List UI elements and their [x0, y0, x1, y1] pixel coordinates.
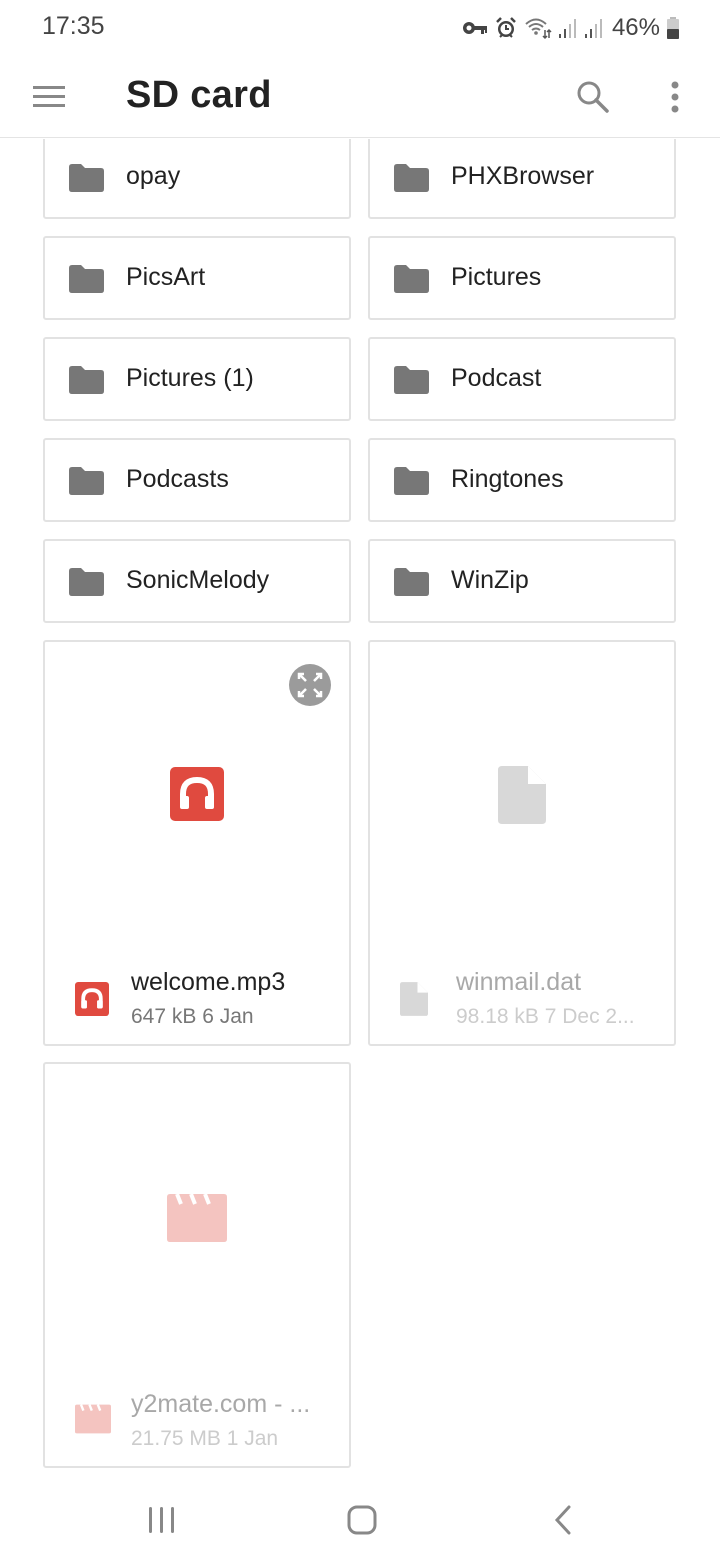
folder-name: Podcast: [451, 364, 542, 392]
folder-icon: [69, 164, 104, 192]
wifi-icon: [525, 18, 552, 40]
folder-card[interactable]: Pictures (1): [43, 337, 351, 421]
back-button[interactable]: [540, 1498, 584, 1542]
file-name: winmail.dat: [456, 968, 582, 996]
folder-icon: [69, 366, 104, 394]
folder-name: WinZip: [451, 566, 529, 594]
folder-card[interactable]: PicsArt: [43, 236, 351, 320]
page-title: SD card: [126, 74, 272, 116]
folder-card[interactable]: Pictures: [368, 236, 676, 320]
folder-name: SonicMelody: [126, 566, 270, 594]
headphones-icon: [75, 982, 109, 1016]
battery-icon: [667, 17, 679, 39]
alarm-icon: [496, 17, 516, 38]
headphones-icon: [170, 767, 224, 821]
folder-icon: [394, 467, 429, 495]
file-icon: [498, 766, 546, 824]
clapperboard-icon: [167, 1194, 227, 1242]
file-meta: 647 kB 6 Jan: [131, 1005, 254, 1028]
expand-preview-button[interactable]: [289, 664, 331, 706]
search-button[interactable]: [572, 76, 614, 118]
folder-name: PHXBrowser: [451, 162, 595, 190]
folder-card[interactable]: Ringtones: [368, 438, 676, 522]
folder-icon: [69, 265, 104, 293]
folder-icon: [394, 366, 429, 394]
folder-name: Podcasts: [126, 465, 229, 493]
file-name: welcome.mp3: [131, 968, 286, 996]
folder-card[interactable]: opay: [43, 139, 351, 219]
home-icon: [347, 1505, 377, 1535]
file-meta: 21.75 MB 1 Jan: [131, 1427, 279, 1450]
file-name: y2mate.com - ...: [131, 1390, 311, 1418]
recents-icon: [149, 1507, 174, 1533]
folder-icon: [394, 265, 429, 293]
clapperboard-icon: [75, 1404, 111, 1434]
more-vert-icon: [671, 81, 679, 113]
more-options-button[interactable]: [660, 76, 690, 118]
folder-card[interactable]: PHXBrowser: [368, 139, 676, 219]
navigation-bar: [0, 1480, 720, 1560]
vpn-key-icon: [462, 22, 487, 34]
hamburger-menu-icon: [33, 86, 65, 107]
expand-icon: [297, 672, 323, 698]
recents-button[interactable]: [140, 1498, 184, 1542]
file-card-document[interactable]: winmail.dat 98.18 kB 7 Dec 2...: [368, 640, 676, 1046]
file-card-video[interactable]: y2mate.com - ... 21.75 MB 1 Jan: [43, 1062, 351, 1468]
battery-percent: 46%: [611, 14, 660, 41]
search-icon: [577, 81, 609, 113]
folder-name: Pictures: [451, 263, 542, 291]
back-icon: [554, 1505, 571, 1535]
home-button[interactable]: [340, 1498, 384, 1542]
signal-icon: [584, 19, 602, 38]
folder-card[interactable]: Podcasts: [43, 438, 351, 522]
folder-icon: [394, 164, 429, 192]
file-icon: [400, 982, 428, 1016]
folder-card[interactable]: WinZip: [368, 539, 676, 623]
file-grid[interactable]: opay PHXBrowser PicsArt Pictures Picture…: [0, 139, 720, 1479]
folder-icon: [69, 568, 104, 596]
status-icons: 46%: [462, 12, 680, 44]
status-bar: 17:35 46%: [0, 0, 720, 56]
status-time: 17:35: [42, 12, 105, 40]
folder-name: PicsArt: [126, 263, 206, 291]
folder-name: Ringtones: [451, 465, 564, 493]
file-card-audio[interactable]: welcome.mp3 647 kB 6 Jan: [43, 640, 351, 1046]
folder-icon: [69, 467, 104, 495]
folder-name: opay: [126, 162, 181, 190]
file-meta: 98.18 kB 7 Dec 2...: [456, 1005, 635, 1028]
signal-icon: [558, 19, 576, 38]
folder-card[interactable]: Podcast: [368, 337, 676, 421]
folder-name: Pictures (1): [126, 364, 254, 392]
folder-icon: [394, 568, 429, 596]
app-bar: SD card: [0, 56, 720, 138]
menu-button[interactable]: [28, 78, 70, 116]
folder-card[interactable]: SonicMelody: [43, 539, 351, 623]
